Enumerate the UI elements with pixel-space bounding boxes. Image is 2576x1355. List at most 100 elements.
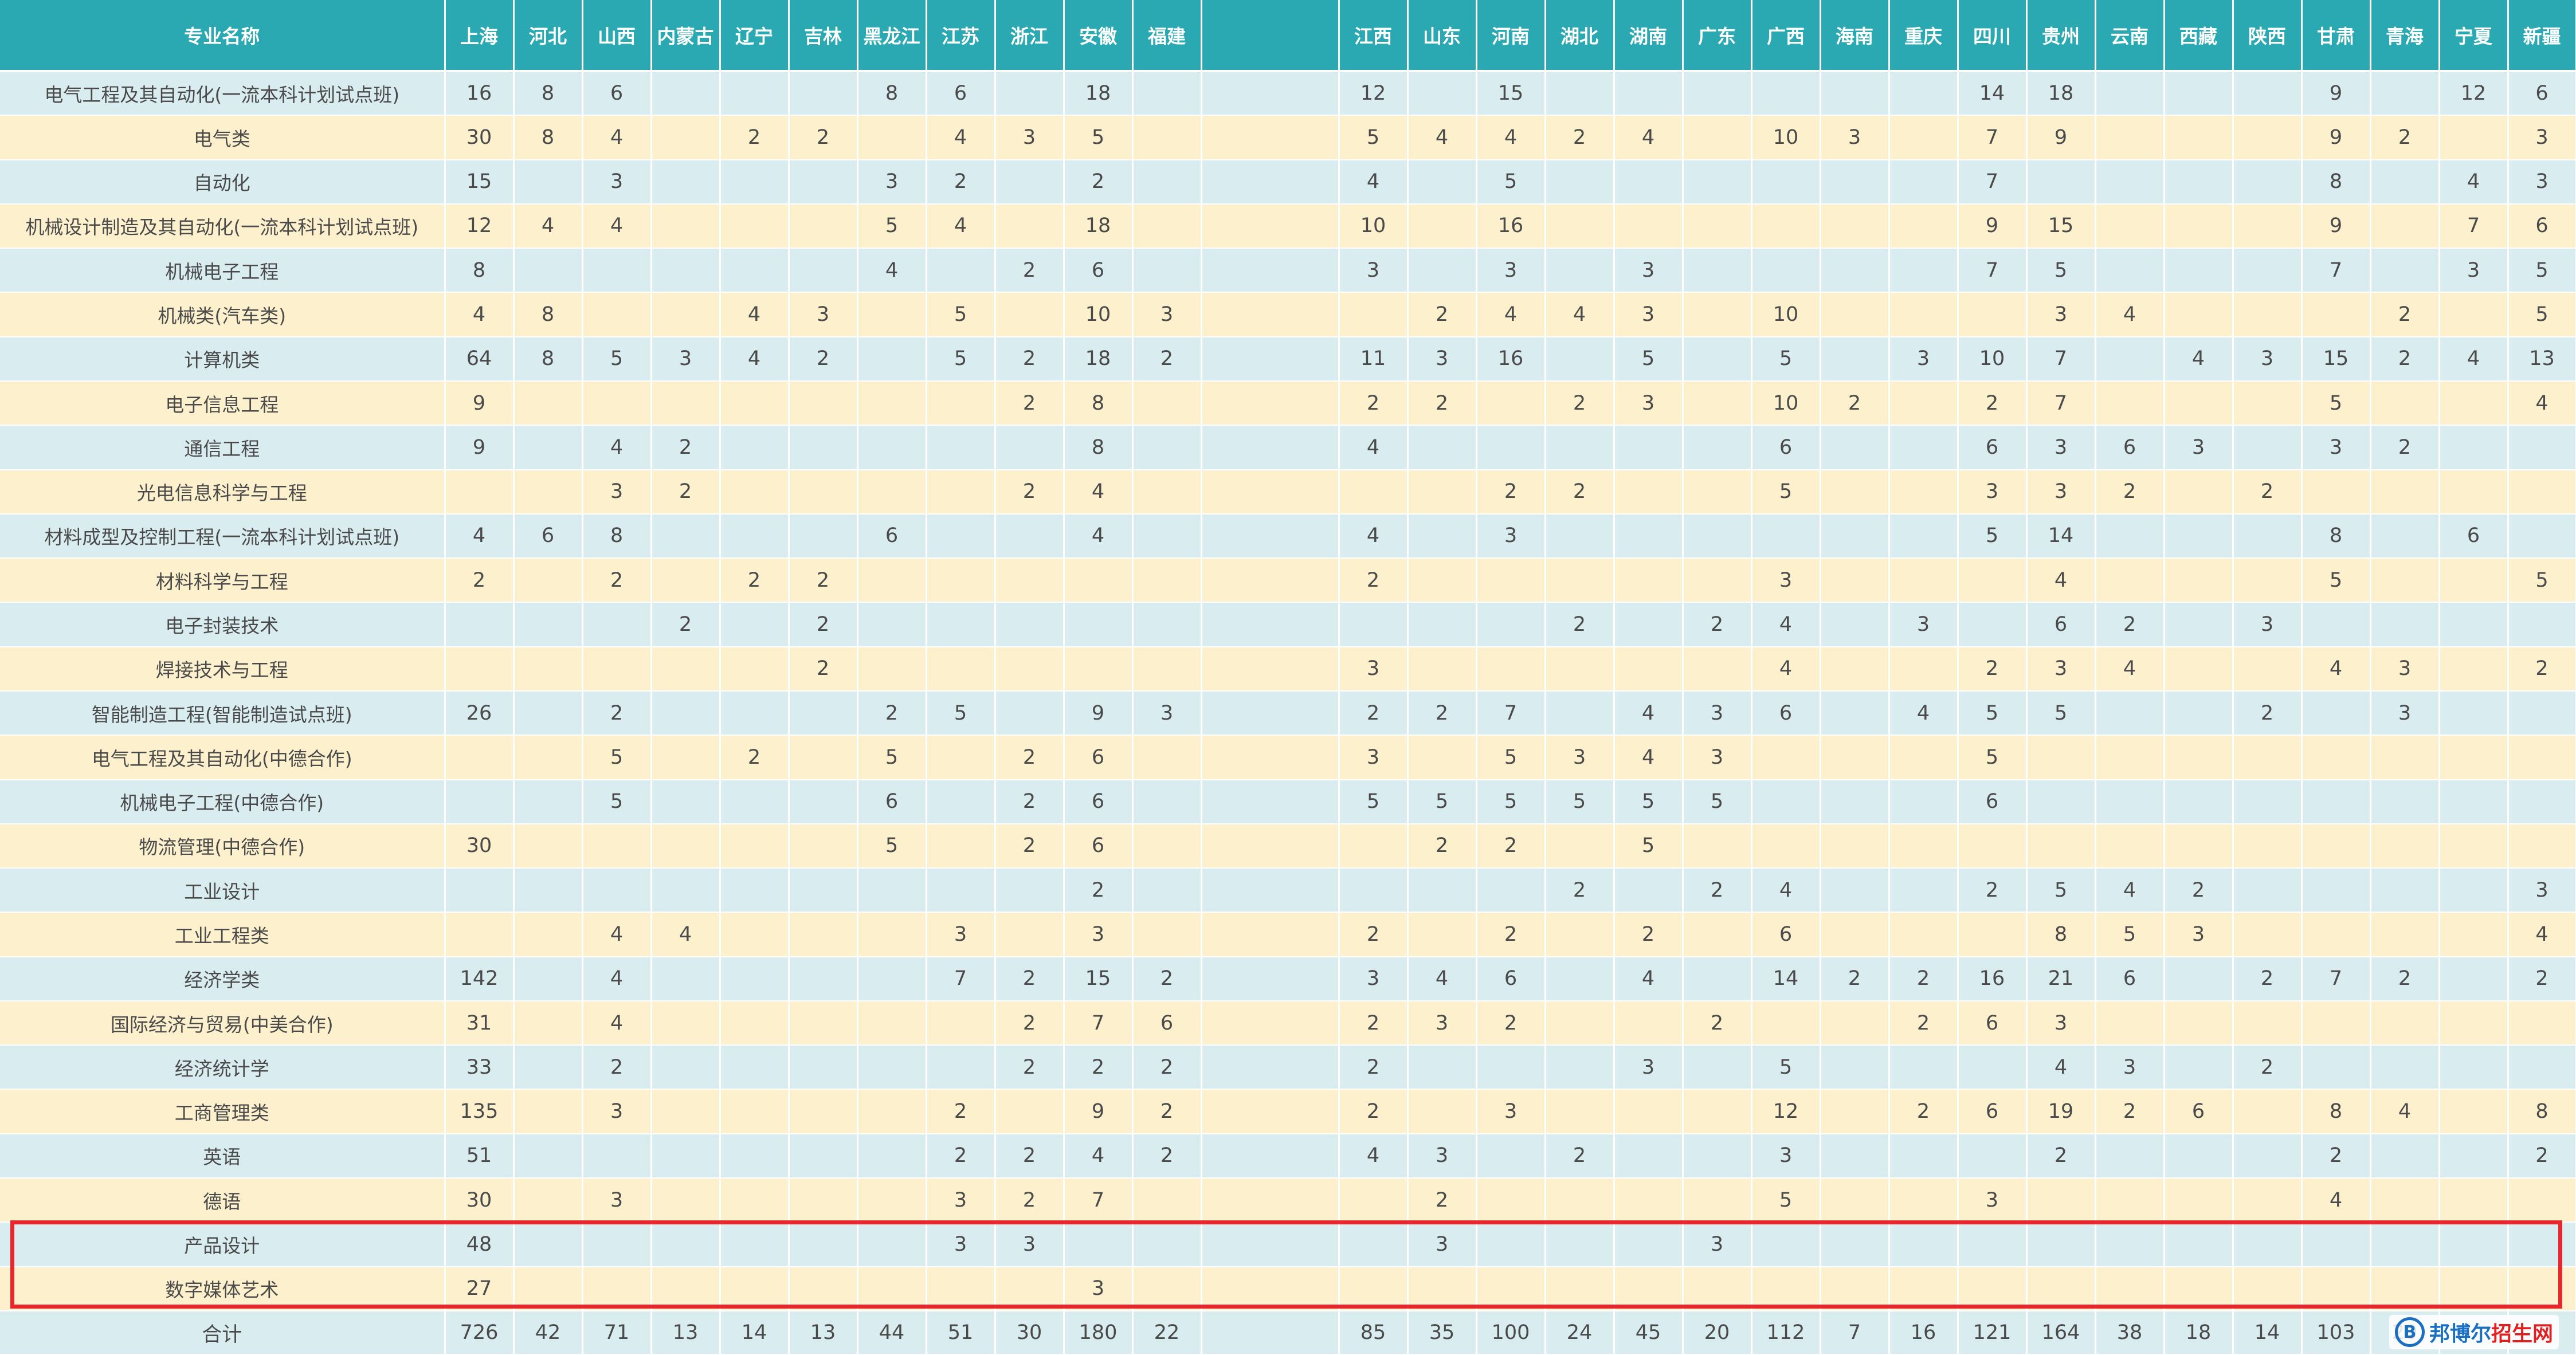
quota-cell [1614, 71, 1684, 116]
total-cell: 164 [2026, 1311, 2096, 1355]
quota-cell [1889, 779, 1959, 824]
quota-cell [2095, 336, 2165, 382]
quota-cell: 2 [1407, 823, 1477, 869]
quota-cell: 21 [2026, 956, 2096, 1001]
quota-cell: 6 [513, 513, 583, 559]
quota-cell: 9 [2301, 71, 2371, 116]
quota-cell: 8 [513, 292, 583, 337]
quota-cell: 8 [513, 115, 583, 160]
quota-cell [1201, 159, 1340, 205]
column-header-province: 河北 [513, 0, 583, 72]
quota-cell [2233, 1089, 2303, 1134]
total-cell: 100 [1476, 1311, 1546, 1355]
quota-cell: 2 [2095, 1089, 2165, 1134]
quota-cell [1889, 71, 1959, 116]
quota-cell [789, 71, 858, 116]
quota-cell [857, 646, 927, 692]
quota-cell [1201, 203, 1340, 249]
quota-cell [651, 248, 721, 293]
quota-cell [1614, 1178, 1684, 1223]
column-header-province [1201, 0, 1340, 72]
quota-cell [720, 513, 790, 559]
quota-cell: 4 [2370, 1089, 2440, 1134]
quota-cell: 14 [1751, 956, 1821, 1001]
quota-cell: 2 [926, 1089, 996, 1134]
quota-cell [513, 469, 583, 514]
quota-cell: 3 [2026, 425, 2096, 470]
quota-cell [1820, 690, 1890, 736]
quota-cell: 6 [857, 779, 927, 824]
table-row: 机械电子工程(中德合作) 5 6 2 6 5 5 5 5 5 5 6 [0, 779, 2576, 824]
quota-cell [2508, 602, 2576, 647]
quota-cell: 9 [2301, 203, 2371, 249]
quota-cell [1407, 159, 1477, 205]
quota-cell: 3 [1476, 1089, 1546, 1134]
quota-cell: 12 [445, 203, 515, 249]
quota-cell [926, 1000, 996, 1046]
quota-cell [1614, 558, 1684, 603]
quota-cell: 4 [2508, 912, 2576, 957]
quota-cell [1132, 248, 1202, 293]
quota-cell: 3 [2508, 115, 2576, 160]
quota-cell [1201, 292, 1340, 337]
quota-cell: 5 [1683, 779, 1752, 824]
quota-cell [651, 292, 721, 337]
major-name-cell: 自动化 [0, 159, 446, 205]
quota-cell [1407, 912, 1477, 957]
quota-cell [1476, 558, 1546, 603]
quota-cell [582, 1266, 652, 1312]
quota-cell: 3 [2370, 690, 2440, 736]
quota-cell [1958, 558, 2028, 603]
column-header-province: 青海 [2370, 0, 2440, 72]
quota-cell [2164, 1000, 2234, 1046]
quota-cell [1201, 735, 1340, 780]
column-header-province: 云南 [2095, 0, 2165, 72]
quota-cell [651, 1266, 721, 1312]
quota-cell [2026, 1266, 2096, 1312]
quota-cell: 3 [1339, 248, 1409, 293]
quota-cell: 4 [1339, 425, 1409, 470]
quota-cell: 5 [1545, 779, 1615, 824]
total-cell: 726 [445, 1311, 515, 1355]
quota-cell [1201, 558, 1340, 603]
quota-cell: 2 [1545, 868, 1615, 913]
quota-cell: 5 [582, 779, 652, 824]
quota-cell: 2 [1545, 115, 1615, 160]
quota-cell: 13 [2508, 336, 2576, 382]
quota-cell: 3 [2164, 912, 2234, 957]
quota-cell [1683, 159, 1752, 205]
major-name-cell: 电子信息工程 [0, 380, 446, 426]
quota-cell [513, 690, 583, 736]
quota-cell: 4 [857, 248, 927, 293]
table-row: 物流管理(中德合作) 30 5 2 6 2 2 5 [0, 823, 2576, 869]
quota-cell [857, 1222, 927, 1267]
quota-cell [995, 1089, 1065, 1134]
quota-cell [1683, 956, 1752, 1001]
quota-cell: 5 [1476, 735, 1546, 780]
quota-cell: 6 [926, 71, 996, 116]
quota-cell: 2 [2164, 868, 2234, 913]
quota-cell: 3 [995, 115, 1065, 160]
quota-cell: 2 [1407, 1178, 1477, 1223]
quota-cell: 5 [582, 336, 652, 382]
quota-cell: 16 [1958, 956, 2028, 1001]
quota-cell [1683, 1178, 1752, 1223]
quota-cell: 6 [1064, 779, 1134, 824]
quota-cell [1820, 823, 1890, 869]
quota-cell [720, 1045, 790, 1090]
major-name-cell: 机械类(汽车类) [0, 292, 446, 337]
quota-cell: 8 [2301, 513, 2371, 559]
quota-cell [2095, 1000, 2165, 1046]
quota-cell [720, 1266, 790, 1312]
quota-cell: 5 [926, 690, 996, 736]
total-row: 合计 726 42 71 13 14 13 44 51 30 180 22 85 35 100 24 45 20 1… [0, 1311, 2576, 1355]
quota-cell [1958, 823, 2028, 869]
quota-cell [995, 513, 1065, 559]
quota-cell: 4 [582, 115, 652, 160]
quota-cell: 3 [1064, 1266, 1134, 1312]
quota-cell [2164, 513, 2234, 559]
quota-cell: 7 [1476, 690, 1546, 736]
quota-cell [1201, 336, 1340, 382]
quota-cell [1064, 558, 1134, 603]
quota-cell: 6 [1064, 823, 1134, 869]
